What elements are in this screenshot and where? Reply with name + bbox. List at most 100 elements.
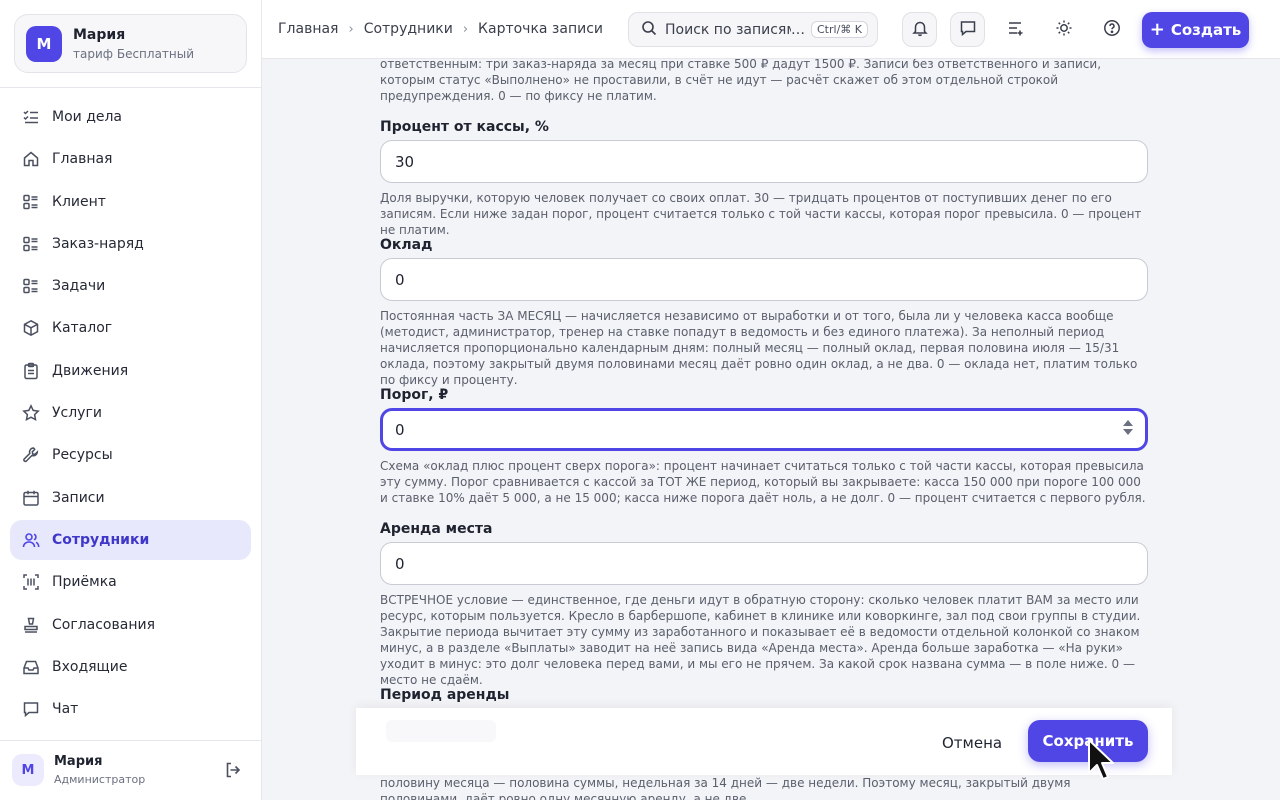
cash-percent-field[interactable]: 30 xyxy=(380,140,1148,183)
sidebar-item-approvals[interactable]: Согласования xyxy=(10,605,251,645)
field-value: 0 xyxy=(395,554,405,573)
cancel-button[interactable]: Отмена xyxy=(942,734,1002,752)
sidebar-item-label: Записи xyxy=(52,489,105,506)
threshold-field[interactable]: 0 xyxy=(380,408,1148,451)
checklist-icon xyxy=(22,108,40,126)
plus-icon: + xyxy=(1149,19,1165,40)
chat-icon xyxy=(22,700,40,718)
sidebar-item-client[interactable]: Клиент xyxy=(10,182,251,222)
seat-rent-field[interactable]: 0 xyxy=(380,542,1148,585)
sidebar-item-label: Каталог xyxy=(52,320,113,337)
field-value: 30 xyxy=(395,152,415,171)
field-value: 0 xyxy=(395,420,405,439)
sidebar-item-label: Заказ-наряд xyxy=(52,235,144,252)
record-form: ответственным: три заказ-наряда за месяц… xyxy=(262,59,1280,800)
user-name: Мария xyxy=(54,754,103,769)
sidebar-item-label: Ресурсы xyxy=(52,447,113,464)
chat-icon xyxy=(959,19,977,41)
sidebar-item-label: Задачи xyxy=(52,278,106,295)
sidebar-item-services[interactable]: Услуги xyxy=(10,393,251,433)
increment-icon[interactable] xyxy=(1123,420,1133,426)
breadcrumb-home[interactable]: Главная xyxy=(278,21,338,37)
sidebar-item-inbox[interactable]: Входящие xyxy=(10,647,251,687)
field-help: Постоянная часть ЗА МЕСЯЦ — начисляется … xyxy=(380,309,1138,387)
form-action-bar: Отмена Сохранить xyxy=(356,708,1172,775)
field-value: 0 xyxy=(395,270,405,289)
inbox-icon xyxy=(22,658,40,676)
search-input[interactable]: Поиск по записям … Ctrl/⌘ K xyxy=(628,12,878,47)
divider xyxy=(0,87,261,88)
sidebar-item-tasks[interactable]: Задачи xyxy=(10,266,251,306)
field-help: Схема «оклад плюс процент сверх порога»:… xyxy=(380,459,1146,505)
mouse-pointer-icon xyxy=(1086,738,1116,784)
field-label: Аренда места xyxy=(380,521,493,537)
sun-icon xyxy=(1055,19,1073,41)
top-bar: Главная › Сотрудники › Карточка записи П… xyxy=(262,0,1280,59)
account-avatar: М xyxy=(26,26,62,62)
breadcrumb-employees[interactable]: Сотрудники xyxy=(364,21,453,37)
sidebar-item-label: Сотрудники xyxy=(52,531,150,548)
sidebar-item-my-tasks[interactable]: Мои дела xyxy=(10,97,251,137)
sidebar-nav: Мои дела Главная Клиент Заказ-наряд Зада… xyxy=(10,97,251,731)
user-role: Администратор xyxy=(54,773,146,786)
account-name: Мария xyxy=(73,27,126,43)
sidebar-item-label: Главная xyxy=(52,151,113,168)
field-label: Оклад xyxy=(380,237,433,253)
notifications-button[interactable] xyxy=(902,12,937,47)
decrement-icon[interactable] xyxy=(1123,429,1133,435)
salary-field[interactable]: 0 xyxy=(380,258,1148,301)
create-button-label: Создать xyxy=(1170,21,1242,39)
sidebar-item-label: Услуги xyxy=(52,405,102,422)
sidebar-item-chat[interactable]: Чат xyxy=(10,689,251,729)
chevron-right-icon: › xyxy=(462,21,469,37)
field-label: Процент от кассы, % xyxy=(380,119,549,135)
sidebar-item-movements[interactable]: Движения xyxy=(10,351,251,391)
field-help: половину месяца — половина суммы, недель… xyxy=(380,776,1071,800)
help-button[interactable] xyxy=(1094,12,1129,47)
search-ellipsis: … xyxy=(791,21,805,38)
sidebar-item-label: Чат xyxy=(52,701,79,718)
add-list-button[interactable] xyxy=(998,12,1033,47)
list-icon xyxy=(22,235,40,253)
stamp-icon xyxy=(22,616,40,634)
sidebar-item-records[interactable]: Записи xyxy=(10,478,251,518)
create-button[interactable]: + Создать xyxy=(1142,12,1249,48)
field-label: Порог, ₽ xyxy=(380,387,449,403)
star-icon xyxy=(22,404,40,422)
help-circle-icon xyxy=(1103,19,1121,41)
chevron-right-icon: › xyxy=(348,21,354,37)
scan-icon xyxy=(22,573,40,591)
sidebar: М Мария тариф Бесплатный Мои дела Главна… xyxy=(0,0,262,800)
box-icon xyxy=(22,319,40,337)
sidebar-item-label: Приёмка xyxy=(52,574,117,591)
bell-icon xyxy=(911,19,929,41)
logout-icon[interactable] xyxy=(224,761,242,779)
avatar: М xyxy=(12,754,44,786)
users-icon xyxy=(22,531,40,549)
number-stepper[interactable] xyxy=(1123,420,1133,435)
breadcrumb-current: Карточка записи xyxy=(478,21,604,37)
list-add-icon xyxy=(1007,19,1025,41)
sidebar-item-resources[interactable]: Ресурсы xyxy=(10,435,251,475)
account-switcher[interactable]: М Мария тариф Бесплатный xyxy=(14,14,247,73)
list-icon xyxy=(22,193,40,211)
sidebar-item-employees[interactable]: Сотрудники xyxy=(10,519,251,560)
theme-toggle-button[interactable] xyxy=(1046,12,1081,47)
sidebar-item-label: Входящие xyxy=(52,658,128,675)
sidebar-item-label: Мои дела xyxy=(52,109,123,125)
messages-button[interactable] xyxy=(950,12,985,47)
sidebar-item-label: Движения xyxy=(52,362,129,379)
rent-period-select[interactable] xyxy=(386,720,496,742)
sidebar-item-work-order[interactable]: Заказ-наряд xyxy=(10,224,251,264)
sidebar-item-label: Клиент xyxy=(52,193,106,210)
sidebar-item-catalog[interactable]: Каталог xyxy=(10,308,251,348)
calendar-icon xyxy=(22,489,40,507)
account-plan: тариф Бесплатный xyxy=(73,47,195,61)
search-icon xyxy=(641,20,657,40)
sidebar-item-label: Согласования xyxy=(52,616,155,633)
divider xyxy=(0,740,261,741)
field-help: ВСТРЕЧНОЕ условие — единственное, где де… xyxy=(380,593,1141,687)
sidebar-item-home[interactable]: Главная xyxy=(10,139,251,179)
sidebar-item-receiving[interactable]: Приёмка xyxy=(10,562,251,602)
breadcrumb: Главная › Сотрудники › Карточка записи xyxy=(278,21,603,37)
